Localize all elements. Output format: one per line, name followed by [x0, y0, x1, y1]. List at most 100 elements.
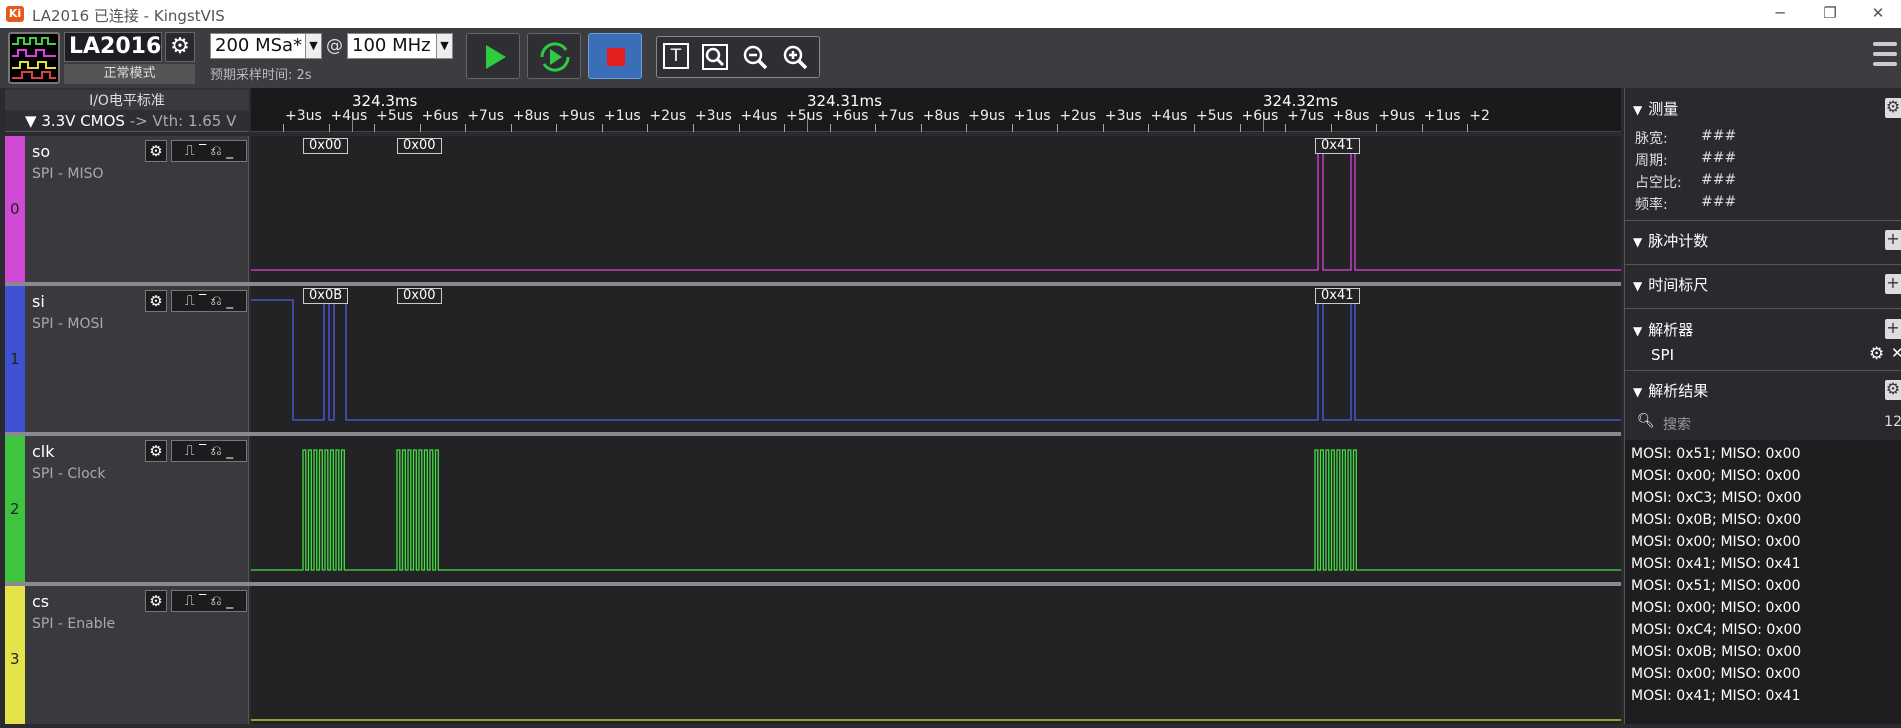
- text-tool-icon[interactable]: T: [663, 43, 689, 69]
- high-level-icon[interactable]: ‾: [199, 293, 206, 309]
- channel-name[interactable]: cs: [32, 592, 49, 611]
- sample-rate-select[interactable]: 200 MSa* ▼: [210, 33, 322, 59]
- decoded-byte-label[interactable]: 0x00: [397, 288, 442, 304]
- add-analyzer-button[interactable]: +: [1885, 319, 1901, 339]
- channel-settings-gear-icon[interactable]: ⚙: [145, 440, 167, 462]
- results-gear-icon[interactable]: ⚙: [1885, 380, 1901, 400]
- ruler-tick-label: +2: [1469, 108, 1490, 124]
- decoded-byte-label[interactable]: 0x00: [397, 138, 442, 154]
- channel-name[interactable]: si: [32, 292, 45, 311]
- view-tools-group: T: [656, 36, 820, 78]
- decoded-byte-label[interactable]: 0x41: [1315, 288, 1360, 304]
- channel-panel-cs[interactable]: 3 cs SPI - Enable ⚙ ⎍ ‾ ⎌ _: [5, 586, 249, 724]
- waveform-clk[interactable]: [251, 436, 1621, 582]
- result-row[interactable]: MOSI: 0x51; MISO: 0x00: [1631, 446, 1801, 462]
- minimize-button[interactable]: ─: [1760, 2, 1800, 26]
- result-row[interactable]: MOSI: 0x0B; MISO: 0x00: [1631, 512, 1801, 528]
- analyzer-section-header[interactable]: ▼ 解析器: [1633, 319, 1693, 340]
- channel-panel-clk[interactable]: 2 clk SPI - Clock ⚙ ⎍ ‾ ⎌ _: [5, 436, 249, 582]
- ruler-minor-tick: [966, 124, 968, 132]
- rising-edge-icon[interactable]: ⎍: [185, 443, 195, 459]
- measure-row-value: ###: [1701, 150, 1737, 166]
- trigger-edge-buttons[interactable]: ⎍ ‾ ⎌ _: [171, 440, 247, 462]
- ruler-minor-tick: [1148, 124, 1150, 132]
- falling-edge-icon[interactable]: ⎌: [211, 143, 222, 159]
- add-pulse-count-button[interactable]: +: [1885, 230, 1901, 250]
- analyzer-remove-close-icon[interactable]: ✕: [1891, 344, 1901, 362]
- waveform-si[interactable]: 0x0B 0x00 0x41: [251, 286, 1621, 432]
- zoom-out-icon[interactable]: [741, 43, 769, 71]
- maximize-button[interactable]: ❐: [1810, 2, 1850, 26]
- results-section-header[interactable]: ▼ 解析结果: [1633, 380, 1708, 401]
- result-row[interactable]: MOSI: 0x00; MISO: 0x00: [1631, 534, 1801, 550]
- right-panel: ▼ 测量 ⚙ 脉宽: ### 周期: ### 占空比: ### 频率: ### ▼…: [1624, 88, 1901, 724]
- trigger-edge-buttons[interactable]: ⎍ ‾ ⎌ _: [171, 290, 247, 312]
- waveform-cs[interactable]: [251, 586, 1621, 724]
- loop-start-button[interactable]: [527, 33, 581, 79]
- decoded-byte-label[interactable]: 0x41: [1315, 138, 1360, 154]
- sample-frequency-select[interactable]: 100 MHz ▼: [347, 33, 453, 59]
- analyzer-settings-gear-icon[interactable]: ⚙: [1869, 344, 1884, 364]
- trigger-edge-buttons[interactable]: ⎍ ‾ ⎌ _: [171, 140, 247, 162]
- channel-name[interactable]: so: [32, 142, 50, 161]
- stop-button[interactable]: [588, 33, 642, 79]
- result-row[interactable]: MOSI: 0x51; MISO: 0x00: [1631, 578, 1801, 594]
- result-row[interactable]: MOSI: 0x00; MISO: 0x00: [1631, 666, 1801, 682]
- rising-edge-icon[interactable]: ⎍: [185, 293, 195, 309]
- falling-edge-icon[interactable]: ⎌: [211, 443, 222, 459]
- sample-rate-value: 200 MSa*: [215, 35, 303, 56]
- result-row[interactable]: MOSI: 0x00; MISO: 0x00: [1631, 600, 1801, 616]
- measure-gear-icon[interactable]: ⚙: [1885, 98, 1901, 118]
- pulse-count-section-header[interactable]: ▼ 脉冲计数: [1633, 230, 1708, 251]
- io-standard-header[interactable]: I/O电平标准 ▼ 3.3V CMOS -> Vth: 1.65 V: [5, 88, 249, 132]
- start-button[interactable]: [466, 33, 520, 79]
- channel-settings-gear-icon[interactable]: ⚙: [145, 590, 167, 612]
- falling-edge-icon[interactable]: ⎌: [211, 293, 222, 309]
- time-ruler-section-header[interactable]: ▼ 时间标尺: [1633, 274, 1708, 295]
- result-row[interactable]: MOSI: 0xC3; MISO: 0x00: [1631, 490, 1801, 506]
- channel-index: 0: [10, 200, 20, 218]
- results-search-input[interactable]: 🔍︎ 搜索 12: [1625, 408, 1901, 438]
- close-button[interactable]: ✕: [1858, 2, 1898, 26]
- channel-name[interactable]: clk: [32, 442, 55, 461]
- zoom-fit-icon[interactable]: [701, 43, 729, 71]
- waveform-so[interactable]: 0x00 0x00 0x41: [251, 136, 1621, 282]
- rising-edge-icon[interactable]: ⎍: [185, 143, 195, 159]
- result-row[interactable]: MOSI: 0x00; MISO: 0x00: [1631, 468, 1801, 484]
- high-level-icon[interactable]: ‾: [199, 143, 206, 159]
- ruler-minor-tick: [328, 124, 330, 132]
- result-row[interactable]: MOSI: 0x41; MISO: 0x41: [1631, 556, 1801, 572]
- high-level-icon[interactable]: ‾: [199, 593, 206, 609]
- result-row[interactable]: MOSI: 0xC4; MISO: 0x00: [1631, 622, 1801, 638]
- analyzer-item-spi[interactable]: SPI: [1651, 346, 1674, 364]
- decoded-byte-label[interactable]: 0x00: [303, 138, 348, 154]
- channel-settings-gear-icon[interactable]: ⚙: [145, 140, 167, 162]
- channel-color-strip: 2: [5, 436, 25, 582]
- low-level-icon[interactable]: _: [226, 143, 233, 159]
- channel-settings-gear-icon[interactable]: ⚙: [145, 290, 167, 312]
- channel-index: 2: [10, 500, 20, 518]
- trigger-edge-buttons[interactable]: ⎍ ‾ ⎌ _: [171, 590, 247, 612]
- pre-sample-time: 预期采样时间: 2s: [210, 68, 312, 83]
- ruler-tick-label: +2us: [1059, 108, 1097, 124]
- results-list[interactable]: MOSI: 0x51; MISO: 0x00 MOSI: 0x00; MISO: …: [1625, 440, 1901, 724]
- zoom-in-icon[interactable]: [781, 43, 809, 71]
- low-level-icon[interactable]: _: [226, 443, 233, 459]
- menu-hamburger-icon[interactable]: [1873, 42, 1897, 68]
- falling-edge-icon[interactable]: ⎌: [211, 593, 222, 609]
- device-settings-gear-icon[interactable]: ⚙: [165, 32, 195, 62]
- low-level-icon[interactable]: _: [226, 593, 233, 609]
- low-level-icon[interactable]: _: [226, 293, 233, 309]
- channel-panel-so[interactable]: 0 so SPI - MISO ⚙ ⎍ ‾ ⎌ _: [5, 136, 249, 282]
- add-time-ruler-button[interactable]: +: [1885, 274, 1901, 294]
- rising-edge-icon[interactable]: ⎍: [185, 593, 195, 609]
- channel-panel-si[interactable]: 1 si SPI - MOSI ⚙ ⎍ ‾ ⎌ _: [5, 286, 249, 432]
- high-level-icon[interactable]: ‾: [199, 443, 206, 459]
- result-row[interactable]: MOSI: 0x0B; MISO: 0x00: [1631, 644, 1801, 660]
- decoded-byte-label[interactable]: 0x0B: [303, 288, 349, 304]
- search-placeholder: 搜索: [1663, 417, 1691, 433]
- measure-section-header[interactable]: ▼ 测量: [1633, 98, 1678, 119]
- time-ruler[interactable]: 324.3ms 324.31ms 324.32ms +3us +4us +5us +6us…: [251, 88, 1621, 132]
- result-row[interactable]: MOSI: 0x41; MISO: 0x41: [1631, 688, 1801, 704]
- device-waveform-icon[interactable]: [8, 32, 60, 84]
